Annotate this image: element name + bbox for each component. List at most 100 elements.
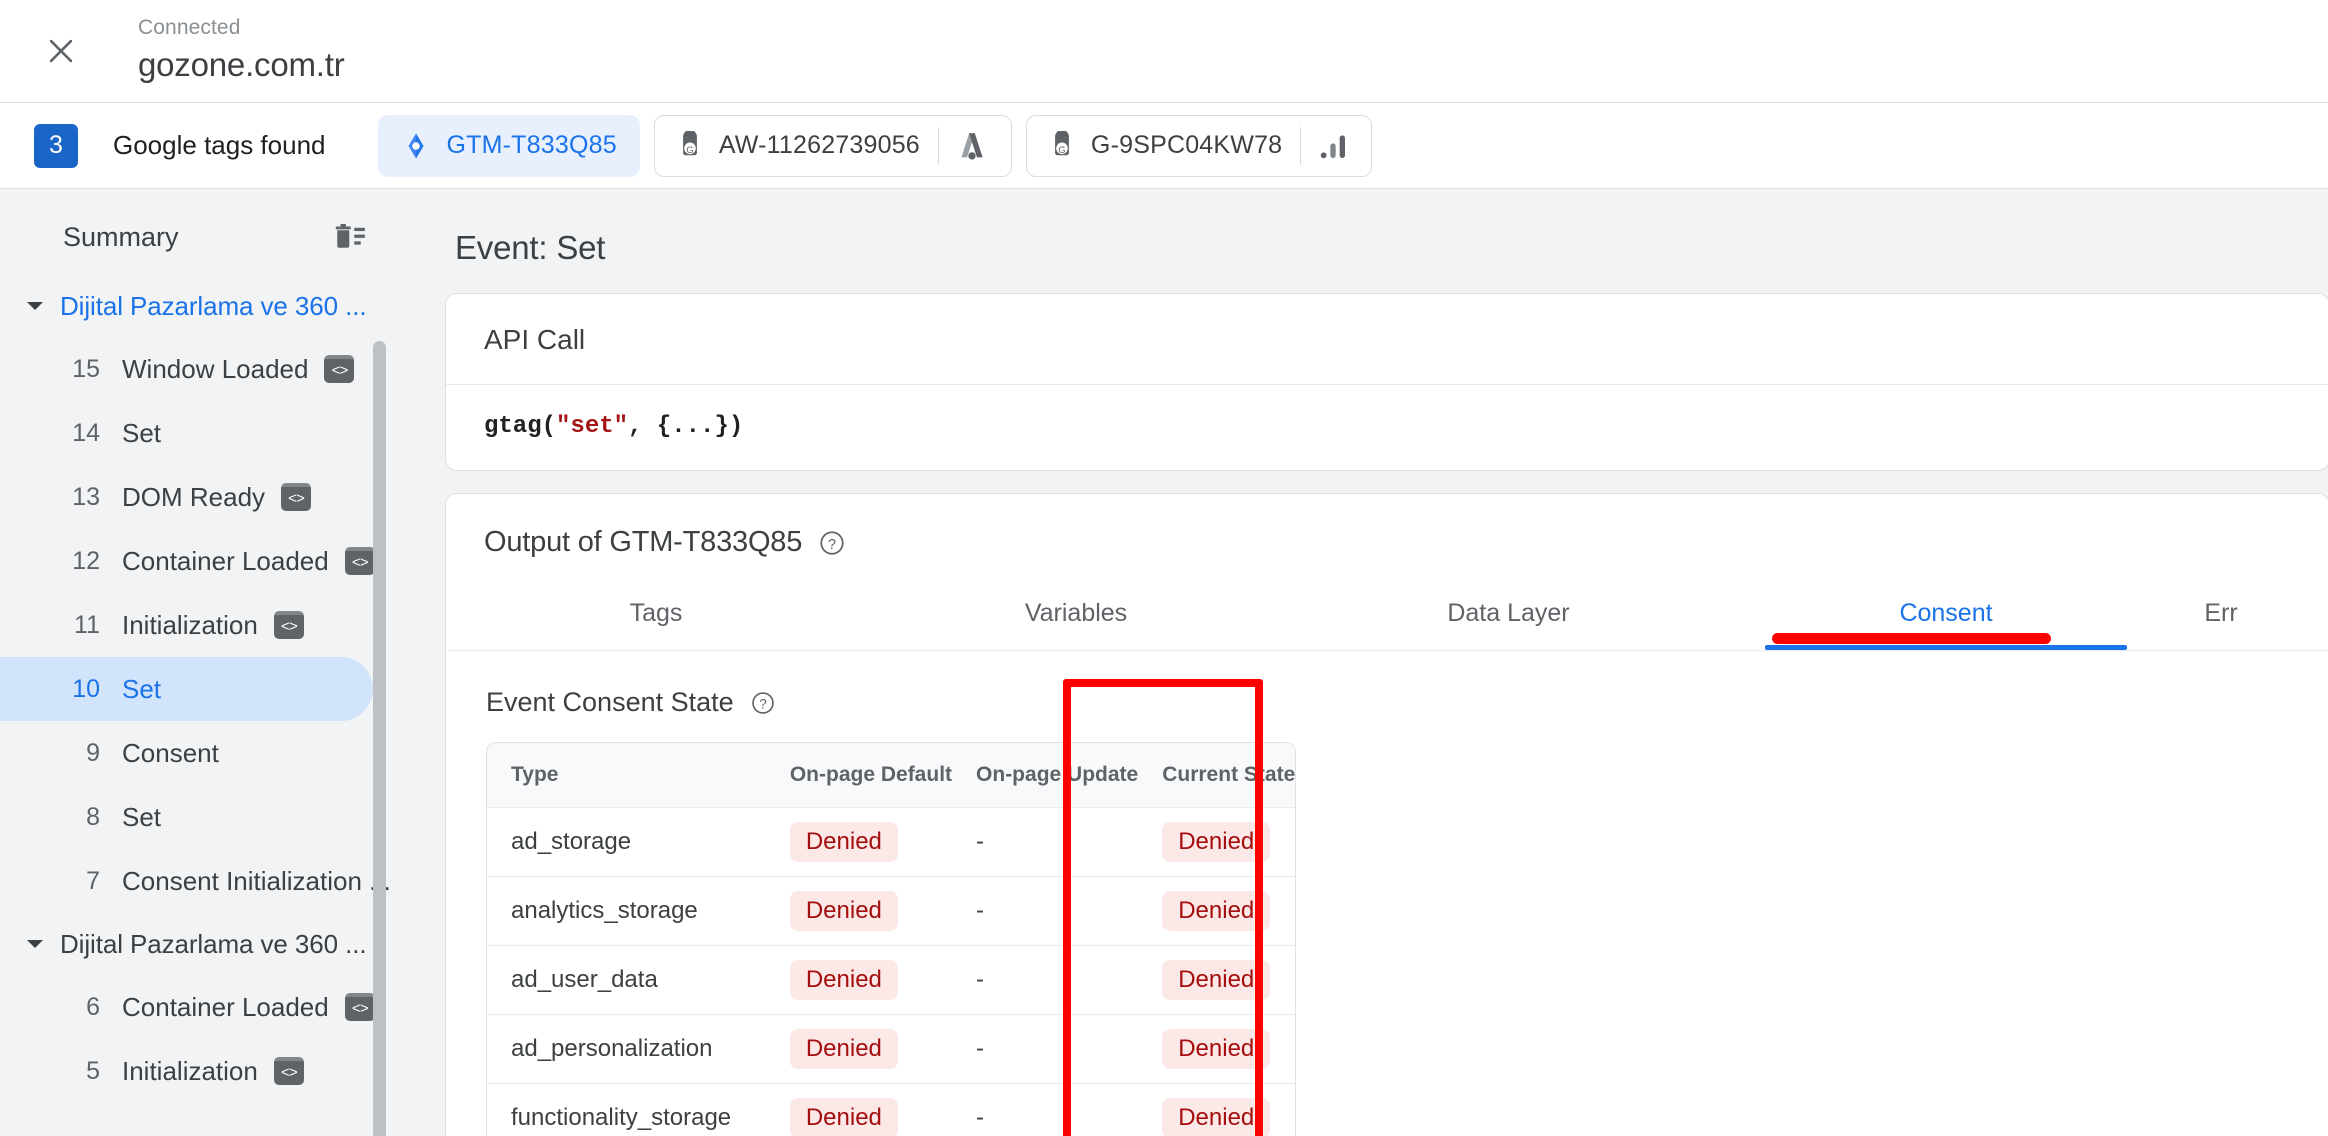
sidebar-event-11[interactable]: 11 Initialization <> <box>0 593 373 657</box>
google-ads-icon <box>955 129 989 163</box>
sidebar-event-14[interactable]: 14 Set <box>0 401 373 465</box>
sidebar-event-13[interactable]: 13 DOM Ready <> <box>0 465 373 529</box>
tab-consent[interactable]: Consent <box>1731 585 2161 650</box>
event-number: 9 <box>58 739 100 768</box>
dash-value: - <box>976 1104 984 1131</box>
table-row: functionality_storage Denied - Denied <box>487 1084 1295 1136</box>
code-prefix: gtag( <box>484 413 556 440</box>
tags-count-badge: 3 <box>34 124 78 168</box>
event-name: Consent Initialization ... <box>122 866 391 897</box>
trash-icon[interactable] <box>333 221 367 253</box>
cell-type: functionality_storage <box>487 1084 766 1136</box>
column-header-type: Type <box>487 743 766 808</box>
tab-data-layer[interactable]: Data Layer <box>1286 585 1731 650</box>
dash-value: - <box>976 966 984 993</box>
sidebar-scroll-thumb[interactable] <box>373 341 386 1136</box>
cell-current: Denied <box>1138 1015 1295 1084</box>
tab-label: Consent <box>1899 599 1992 627</box>
event-number: 14 <box>58 419 100 448</box>
event-name: DOM Ready <box>122 482 265 513</box>
tag-chip-label: GTM-T833Q85 <box>447 131 617 160</box>
status-badge: Denied <box>790 1098 898 1136</box>
cell-current: Denied <box>1138 1084 1295 1136</box>
cell-default: Denied <box>766 877 952 946</box>
svg-text:G: G <box>686 144 693 154</box>
event-name: Initialization <box>122 1056 258 1087</box>
tags-found-label: Google tags found <box>113 130 326 161</box>
output-header: Output of GTM-T833Q85 ? <box>446 494 2328 559</box>
sidebar-event-5[interactable]: 5 Initialization <> <box>0 1039 373 1103</box>
status-badge: Denied <box>1162 1029 1270 1069</box>
column-header-default: On-page Default <box>766 743 952 808</box>
cell-update: - <box>952 808 1138 877</box>
cell-type: ad_storage <box>487 808 766 877</box>
status-badge: Denied <box>790 891 898 931</box>
svg-text:?: ? <box>828 536 836 552</box>
event-name: Set <box>122 802 161 833</box>
cell-default: Denied <box>766 946 952 1015</box>
consent-state-table: Type On-page Default On-page Update Curr… <box>486 742 1296 1136</box>
sidebar-group-label: Dijital Pazarlama ve 360 ... <box>60 929 366 960</box>
gtm-preview-window: Connected gozone.com.tr 3 Google tags fo… <box>0 0 2328 1136</box>
consent-section: Event Consent State ? <box>446 651 2328 1136</box>
sidebar-event-7[interactable]: 7 Consent Initialization ... <box>0 849 373 913</box>
tag-chip-gtm[interactable]: GTM-T833Q85 <box>378 115 640 177</box>
sidebar-group-label: Dijital Pazarlama ve 360 ... <box>60 291 366 322</box>
event-number: 5 <box>58 1057 100 1086</box>
connection-info: Connected gozone.com.tr <box>138 15 345 86</box>
column-header-current: Current State <box>1138 743 1295 808</box>
event-number: 12 <box>58 547 100 576</box>
dash-value: - <box>976 897 984 924</box>
tag-chip-list: GTM-T833Q85 G AW-11262739056 <box>378 115 1373 177</box>
sidebar-header: Summary <box>0 193 409 275</box>
google-tag-icon: G <box>1049 131 1075 161</box>
api-call-title: API Call <box>484 324 2291 356</box>
event-number: 13 <box>58 483 100 512</box>
sidebar-event-15[interactable]: 15 Window Loaded <> <box>0 337 373 401</box>
code-icon: <> <box>274 1057 304 1085</box>
sidebar-event-10[interactable]: 10 Set <box>0 657 373 721</box>
body-split: Summary Dijital Pazarla <box>0 189 2328 1136</box>
sidebar-group-header[interactable]: Dijital Pazarlama ve 360 ... <box>0 275 409 337</box>
help-circle-icon[interactable]: ? <box>818 529 846 557</box>
sidebar-group-header-2[interactable]: Dijital Pazarlama ve 360 ... <box>0 913 409 975</box>
sidebar-event-6[interactable]: 6 Container Loaded <> <box>0 975 373 1039</box>
table-row: ad_user_data Denied - Denied <box>487 946 1295 1015</box>
sidebar-event-9[interactable]: 9 Consent <box>0 721 373 785</box>
gtm-diamond-icon <box>401 131 431 161</box>
table-row: ad_personalization Denied - Denied <box>487 1015 1295 1084</box>
tab-label: Data Layer <box>1447 599 1569 627</box>
event-name: Initialization <box>122 610 258 641</box>
tab-errors[interactable]: Err <box>2161 585 2281 650</box>
summary-label[interactable]: Summary <box>63 222 179 253</box>
google-tags-bar: 3 Google tags found GTM-T833Q85 <box>0 103 2328 189</box>
event-name: Container Loaded <box>122 992 329 1023</box>
svg-text:G: G <box>1058 144 1065 154</box>
close-icon[interactable] <box>34 24 88 78</box>
sidebar-event-8[interactable]: 8 Set <box>0 785 373 849</box>
sidebar-event-12[interactable]: 12 Container Loaded <> <box>0 529 373 593</box>
status-badge: Denied <box>790 1029 898 1069</box>
status-badge: Denied <box>1162 822 1270 862</box>
tab-variables[interactable]: Variables <box>866 585 1286 650</box>
event-number: 6 <box>58 993 100 1022</box>
tag-chip-aw[interactable]: G AW-11262739056 <box>654 115 1012 177</box>
table-row: analytics_storage Denied - Denied <box>487 877 1295 946</box>
sidebar-scrollbar[interactable] <box>373 341 386 1136</box>
tag-chip-ga4[interactable]: G G-9SPC04KW78 <box>1026 115 1372 177</box>
help-circle-icon[interactable]: ? <box>750 690 776 716</box>
tab-active-underline <box>1765 645 2126 650</box>
chip-divider <box>938 127 939 165</box>
cell-type: analytics_storage <box>487 877 766 946</box>
main-panel: Event: Set API Call gtag("set", {...}) O… <box>409 189 2328 1136</box>
event-name: Consent <box>122 738 219 769</box>
tab-label: Variables <box>1025 599 1127 627</box>
event-name: Set <box>122 674 161 705</box>
api-call-card: API Call gtag("set", {...}) <box>445 293 2328 471</box>
top-header: Connected gozone.com.tr <box>0 0 2328 103</box>
api-call-code: gtag("set", {...}) <box>446 385 2328 470</box>
svg-text:?: ? <box>759 696 767 711</box>
tab-tags[interactable]: Tags <box>446 585 866 650</box>
connected-label: Connected <box>138 15 345 41</box>
chip-divider <box>1300 127 1301 165</box>
